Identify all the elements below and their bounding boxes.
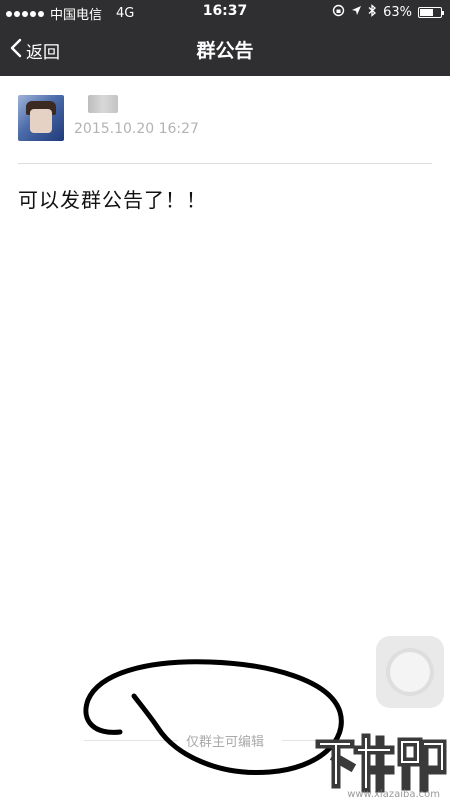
assistive-touch-button[interactable] (376, 636, 444, 708)
announcement-text: 可以发群公告了！！ (18, 188, 207, 212)
battery-icon (418, 7, 444, 18)
rotation-lock-icon (332, 4, 345, 21)
page-title: 群公告 (196, 40, 254, 62)
battery-percent: 63% (383, 5, 412, 20)
avatar[interactable] (18, 95, 64, 141)
author-block: 2015.10.20 16:27 (18, 95, 199, 141)
watermark-logo (315, 733, 447, 793)
post-timestamp: 2015.10.20 16:27 (74, 121, 199, 137)
watermark-url: www.xiazaiba.com (347, 789, 440, 800)
screen: 中国电信 4G 16:37 63% 返回 群公告 2015.10.20 16:2… (0, 0, 450, 802)
status-bar: 中国电信 4G 16:37 63% (0, 0, 450, 24)
status-right: 63% (332, 4, 444, 21)
watermark: www.xiazaiba.com (306, 714, 450, 802)
location-icon (351, 5, 362, 20)
assistive-touch-icon (390, 652, 430, 692)
divider (18, 163, 432, 164)
bluetooth-icon (368, 4, 377, 21)
author-name-blurred (88, 95, 118, 113)
navigation-bar: 返回 群公告 (0, 24, 450, 76)
top-bar: 中国电信 4G 16:37 63% 返回 群公告 (0, 0, 450, 76)
